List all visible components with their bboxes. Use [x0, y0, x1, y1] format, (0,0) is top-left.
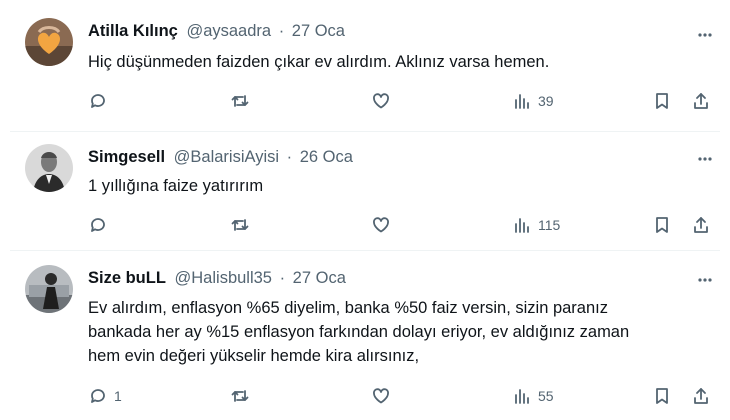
tweet[interactable]: Simgesell @BalarisiAyisi · 26 Oca 1 yıll… — [10, 132, 720, 250]
heart-icon — [373, 93, 389, 109]
views-button[interactable]: 39 — [512, 90, 554, 112]
speech-bubble-icon — [91, 94, 105, 108]
bookmark-button[interactable] — [652, 385, 672, 407]
views-button[interactable]: 115 — [512, 214, 560, 236]
bookmark-icon — [656, 93, 668, 109]
heart-icon — [373, 388, 389, 404]
more-dots-icon[interactable] — [696, 150, 714, 168]
speech-bubble-icon — [91, 389, 105, 403]
views-count: 55 — [538, 388, 554, 404]
retweet-icon — [231, 95, 249, 107]
tweet-text: 1 yıllığına faize yatırırım — [88, 174, 263, 198]
like-button[interactable] — [371, 214, 391, 236]
retweet-icon — [231, 219, 249, 231]
avatar[interactable] — [25, 18, 73, 66]
tweet-date[interactable]: 26 Oca — [300, 148, 353, 166]
tweet[interactable]: Atilla Kılınç @aysaadra · 27 Oca Hiç düş… — [10, 0, 720, 132]
retweet-icon — [231, 390, 249, 402]
tweet-actions: 115 — [88, 214, 720, 236]
share-button[interactable] — [691, 90, 711, 112]
views-button[interactable]: 55 — [512, 385, 554, 407]
reply-feed: Atilla Kılınç @aysaadra · 27 Oca Hiç düş… — [0, 0, 730, 420]
reply-button[interactable]: 1 — [88, 385, 122, 407]
heart-icon — [373, 217, 389, 233]
user-handle[interactable]: @Halisbull35 — [175, 269, 272, 287]
tweet-text: Ev alırdım, enflasyon %65 diyelim, banka… — [88, 296, 629, 368]
bar-chart-icon — [515, 389, 529, 404]
bookmark-icon — [656, 217, 668, 233]
share-icon — [694, 217, 708, 233]
views-count: 39 — [538, 93, 554, 109]
reply-count: 1 — [114, 388, 122, 404]
separator-dot: · — [279, 269, 286, 287]
share-button[interactable] — [691, 214, 711, 236]
retweet-button[interactable] — [230, 90, 250, 112]
retweet-button[interactable] — [230, 214, 250, 236]
avatar[interactable] — [25, 144, 73, 192]
bookmark-button[interactable] — [652, 214, 672, 236]
reply-button[interactable] — [88, 214, 114, 236]
bar-chart-icon — [515, 218, 529, 233]
separator-dot: · — [286, 148, 293, 166]
separator-dot: · — [278, 22, 285, 40]
like-button[interactable] — [371, 90, 391, 112]
avatar[interactable] — [25, 265, 73, 313]
tweet-text-line: Hiç düşünmeden faizden çıkar ev alırdım.… — [88, 53, 550, 71]
share-button[interactable] — [691, 385, 711, 407]
retweet-button[interactable] — [230, 385, 250, 407]
tweet-actions: 39 — [88, 90, 720, 112]
bookmark-icon — [656, 388, 668, 404]
bookmark-button[interactable] — [652, 90, 672, 112]
speech-bubble-icon — [91, 218, 105, 232]
user-handle[interactable]: @aysaadra — [186, 22, 271, 40]
display-name[interactable]: Simgesell — [88, 148, 165, 166]
tweet-text-line: 1 yıllığına faize yatırırım — [88, 177, 264, 195]
more-dots-icon[interactable] — [696, 26, 714, 44]
tweet-actions: 1 55 — [88, 385, 720, 407]
views-count: 115 — [538, 217, 561, 233]
tweet[interactable]: Size buLL @Halisbull35 · 27 Oca Ev alırd… — [10, 251, 720, 420]
share-icon — [694, 93, 708, 109]
tweet-text-line: bankada her ay %15 enflasyon farkından d… — [88, 323, 630, 341]
tweet-date[interactable]: 27 Oca — [292, 22, 345, 40]
tweet-text: Hiç düşünmeden faizden çıkar ev alırdım.… — [88, 50, 549, 74]
display-name[interactable]: Atilla Kılınç — [88, 22, 178, 40]
share-icon — [694, 388, 708, 404]
user-handle[interactable]: @BalarisiAyisi — [174, 148, 279, 166]
like-button[interactable] — [371, 385, 391, 407]
tweet-text-line: Ev alırdım, enflasyon %65 diyelim, banka… — [88, 299, 608, 317]
reply-button[interactable] — [88, 90, 114, 112]
tweet-text-line: hem evin değeri yükselir hemde kira alır… — [88, 347, 420, 365]
tweet-date[interactable]: 27 Oca — [293, 269, 346, 287]
display-name[interactable]: Size buLL — [88, 269, 166, 287]
more-dots-icon[interactable] — [696, 271, 714, 289]
bar-chart-icon — [515, 94, 529, 109]
